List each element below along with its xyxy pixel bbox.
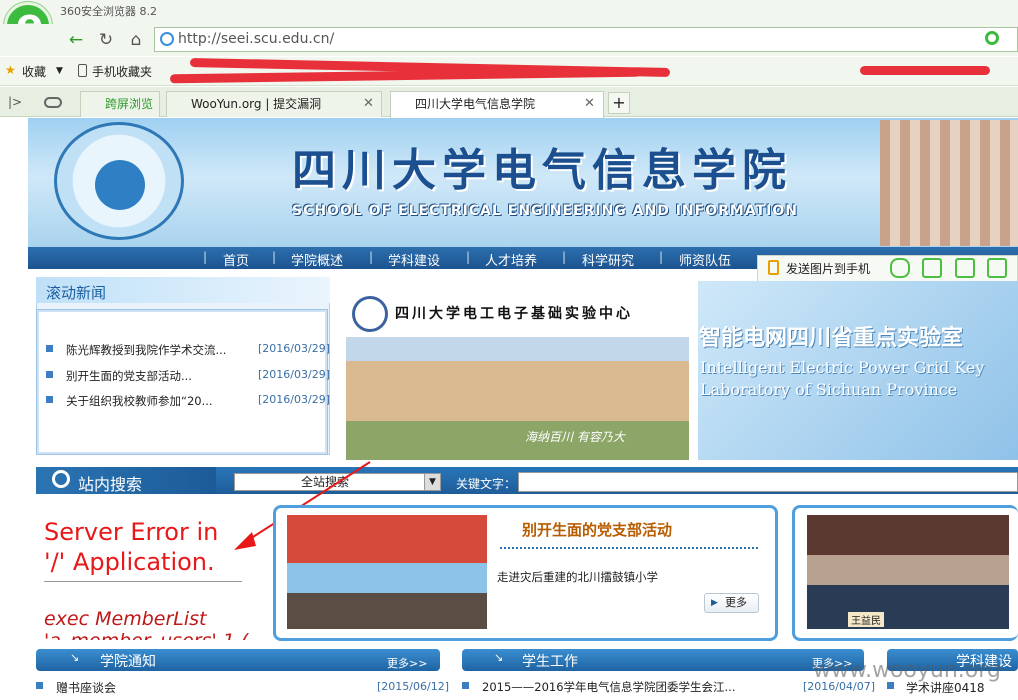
redaction-mark (860, 66, 990, 75)
menu-item-overview[interactable]: 学院概述 (291, 250, 343, 269)
search-label: 站内搜索 (78, 475, 143, 494)
menu-item-faculty[interactable]: 师资队伍 (679, 250, 731, 269)
feature-description: 走进灾后重建的北川擂鼓镇小学 (497, 570, 658, 584)
cloud-save-icon[interactable] (890, 258, 910, 278)
smart-grid-lab-title-en: Intelligent Electric Power Grid Key Labo… (700, 357, 984, 401)
tab-label: WooYun.org | 提交漏洞 (191, 97, 322, 111)
university-emblem-icon (352, 296, 388, 332)
search-icon (52, 470, 70, 488)
student-title: 学生工作 (522, 654, 578, 670)
lab-title: 四川大学电工电子基础实验中心 (395, 306, 633, 322)
news-item-date: [2016/03/29] (258, 342, 330, 355)
tab-scu[interactable]: 四川大学电气信息学院 (390, 91, 604, 118)
building-image (880, 120, 1018, 246)
menu-separator: | (562, 250, 567, 264)
expand-icon[interactable] (922, 258, 942, 278)
menu-separator: | (203, 250, 208, 264)
more-label: 更多 (725, 596, 747, 609)
sidebar-toggle-icon[interactable]: |> (8, 95, 22, 109)
home-icon[interactable]: ⌂ (124, 28, 148, 52)
share-icon[interactable] (987, 258, 1007, 278)
phone-send-icon[interactable] (768, 260, 779, 275)
globe-icon (160, 32, 174, 46)
back-icon[interactable]: ← (64, 28, 88, 52)
list-bullet (887, 682, 894, 689)
chevron-down-icon[interactable]: ▼ (424, 474, 440, 490)
news-item-date: [2016/03/29] (258, 368, 330, 381)
school-name-english: SCHOOL OF ELECTRICAL ENGINEERING AND INF… (292, 203, 798, 219)
notice-header (36, 649, 440, 671)
tab-label: 四川大学电气信息学院 (415, 97, 536, 111)
speaker-photo[interactable] (807, 515, 1009, 629)
menu-separator: | (466, 250, 471, 264)
save-icon[interactable] (955, 258, 975, 278)
list-bullet (462, 682, 469, 689)
news-title: 滚动新闻 (46, 284, 107, 302)
keyword-input[interactable] (518, 472, 1018, 492)
tab-label: 跨屏浏览 (105, 97, 154, 111)
notice-more-link[interactable]: 更多>> (387, 655, 427, 671)
lab-en-line: Intelligent Electric Power Grid Key (700, 358, 985, 377)
app-title: 360安全浏览器 8.2 (60, 5, 157, 18)
star-icon: ★ (5, 63, 16, 77)
security-shield-icon[interactable] (985, 31, 999, 45)
cloud-icon[interactable] (44, 97, 62, 108)
new-tab-button[interactable]: + (608, 92, 630, 114)
error-line: 'a_member_users',1,( (44, 630, 249, 640)
notice-item[interactable]: 赠书座谈会 (56, 679, 116, 696)
list-bullet (36, 682, 43, 689)
seal-emblem (95, 160, 145, 210)
more-button[interactable]: 更多 (704, 593, 759, 613)
bookmark-collect[interactable]: 收藏 (22, 63, 46, 80)
tab-wooyun[interactable]: WooYun.org | 提交漏洞 (166, 91, 382, 117)
error-line: exec MemberList (44, 608, 207, 630)
menu-separator: | (272, 250, 277, 264)
news-item-date: [2016/03/29] (258, 393, 330, 406)
speaker-nameplate: 王益民 (848, 612, 884, 627)
menu-separator: | (369, 250, 374, 264)
smart-grid-lab-title: 智能电网四川省重点实验室 (699, 326, 964, 351)
feature-photo[interactable] (287, 515, 487, 629)
student-item[interactable]: 2015——2016学年电气信息学院团委学生会江... (482, 679, 736, 695)
phone-icon (78, 64, 87, 77)
school-name: 四川大学电气信息学院 (292, 145, 792, 196)
header-icon: ↘ (70, 651, 80, 664)
menu-item-training[interactable]: 人才培养 (485, 250, 537, 269)
notice-title: 学院通知 (100, 654, 156, 670)
close-tab-icon[interactable]: ✕ (363, 96, 374, 111)
tab-cross-screen[interactable]: 跨屏浏览 (80, 91, 160, 117)
menu-item-research[interactable]: 科学研究 (582, 250, 634, 269)
divider (500, 547, 758, 550)
send-to-phone-button[interactable]: 发送图片到手机 (786, 260, 870, 277)
header-icon: ↘ (494, 651, 504, 664)
feature-title[interactable]: 别开生面的党支部活动 (522, 519, 672, 540)
news-item-text[interactable]: 别开生面的党支部活动... (66, 368, 192, 384)
news-item-text[interactable]: 陈光辉教授到我院作学术交流... (66, 342, 226, 358)
news-item-text[interactable]: 关于组织我校教师参加“20... (66, 393, 213, 409)
keyword-label: 关键文字： (456, 477, 517, 491)
bookmark-mobile[interactable]: 手机收藏夹 (92, 63, 152, 80)
notice-date: [2015/06/12] (377, 680, 449, 693)
watermark: www.wooyun.org (813, 658, 1001, 683)
divider (44, 581, 242, 582)
menu-item-home[interactable]: 首页 (223, 250, 249, 269)
refresh-icon[interactable]: ↻ (94, 28, 118, 52)
menu-separator: | (659, 250, 664, 264)
error-detail: exec MemberList 'a_member_users',1,( (44, 608, 249, 640)
close-tab-icon[interactable]: ✕ (584, 96, 595, 111)
url-text[interactable]: http://seei.scu.edu.cn/ (178, 31, 334, 47)
chevron-down-icon[interactable]: ▼ (56, 66, 63, 76)
lab-en-line: Laboratory of Sichuan Province (700, 380, 958, 399)
lab-slogan: 海纳百川 有容乃大 (525, 430, 625, 444)
menu-item-discipline[interactable]: 学科建设 (388, 250, 440, 269)
